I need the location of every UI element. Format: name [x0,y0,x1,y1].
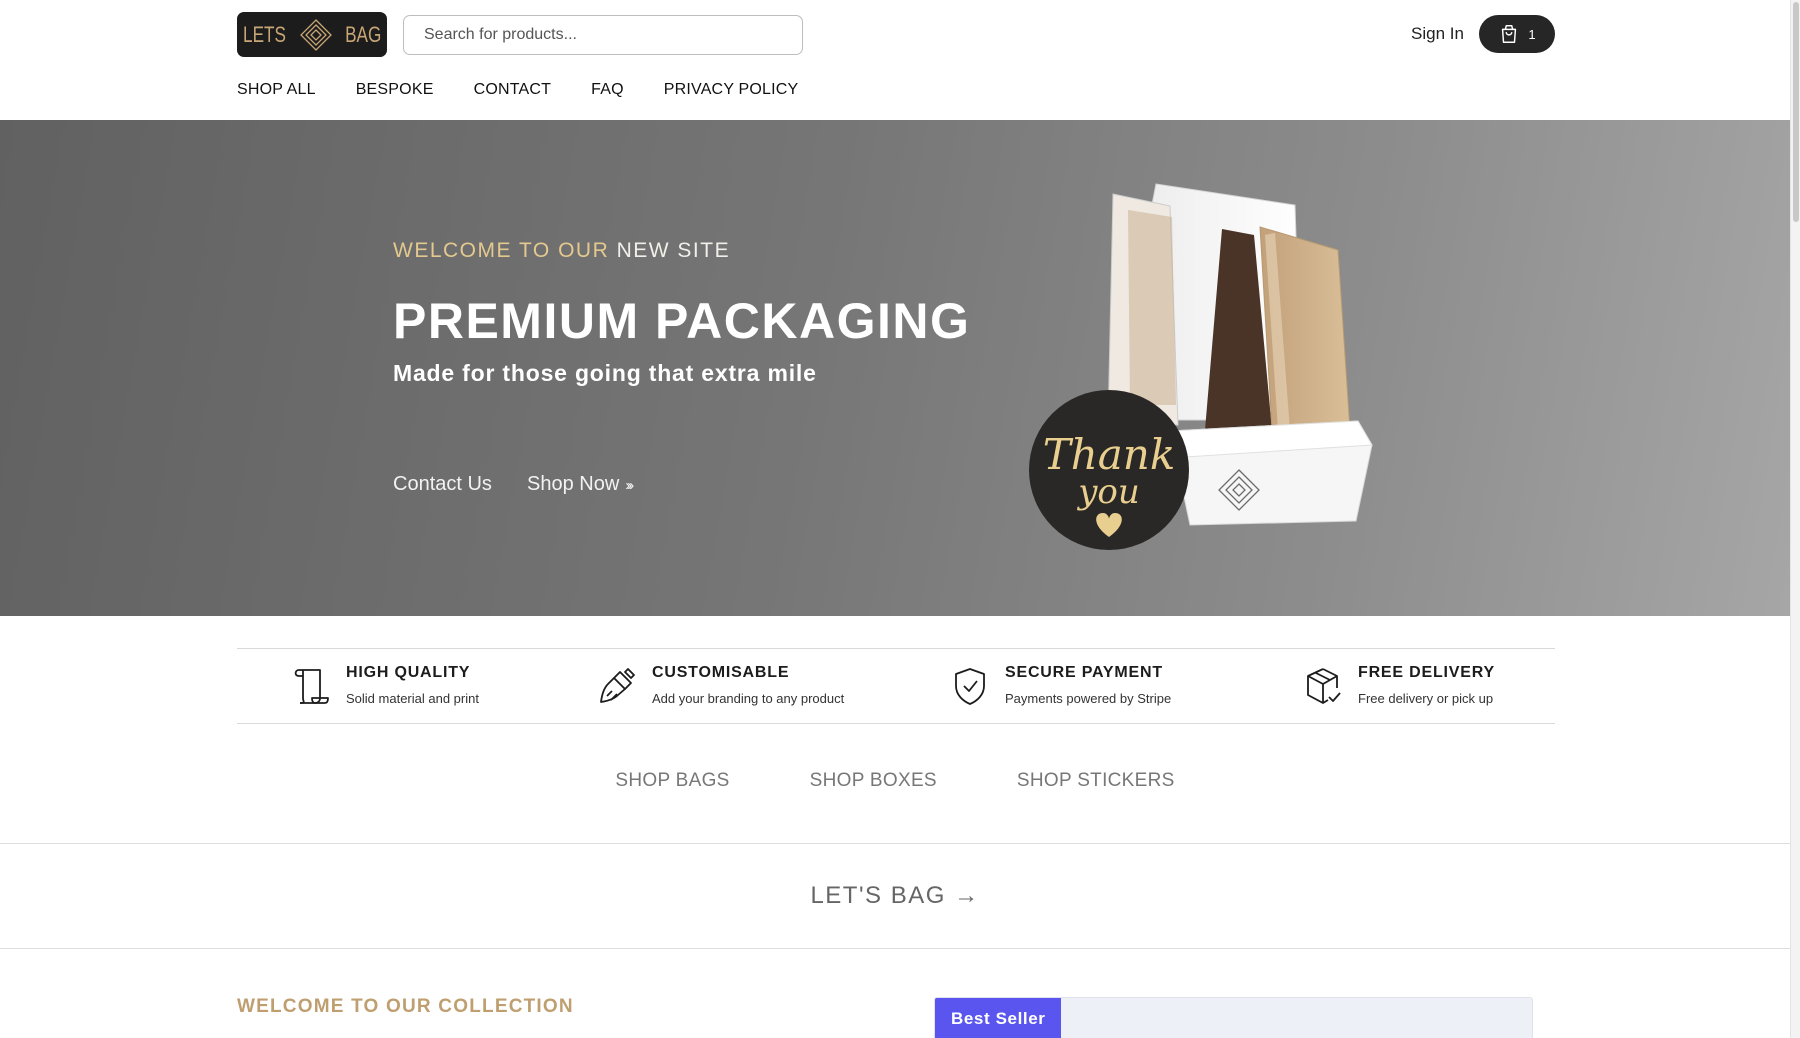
feature-free-delivery: FREE DELIVERY Free delivery or pick up [1304,664,1495,706]
collection-heading: WELCOME TO OUR COLLECTION [237,996,574,1017]
nav-privacy-policy[interactable]: PRIVACY POLICY [664,81,799,99]
search-input[interactable] [403,15,803,55]
page-scrollbar[interactable] [1790,0,1800,1038]
feature-high-quality: HIGH QUALITY Solid material and print [292,664,479,706]
hero-banner: WELCOME TO OUR NEW SITE PREMIUM PACKAGIN… [0,120,1790,616]
feature-desc: Free delivery or pick up [1358,691,1494,706]
feature-title: FREE DELIVERY [1358,664,1495,681]
shop-stickers-link[interactable]: SHOP STICKERS [1017,770,1175,792]
hero-eyebrow-gold: WELCOME TO OUR [393,239,610,262]
site-header: LETS BAG Sign In 1 SHOP ALL BESPOKE CONT… [0,0,1790,120]
paintbrush-icon [600,668,635,703]
package-check-icon [1307,668,1341,704]
packaging-product-image: Thank you [1029,183,1373,550]
feature-desc: Payments powered by Stripe [1005,691,1172,706]
hero-eyebrow: WELCOME TO OUR NEW SITE [393,239,730,263]
features-strip: HIGH QUALITY Solid material and print CU… [237,648,1555,724]
lets-bag-link[interactable]: LET'S BAG → [810,882,979,910]
cart-button[interactable]: 1 [1479,15,1555,53]
feature-desc: Add your branding to any product [652,691,845,706]
triple-chevron-icon: ››› [625,477,634,494]
cart-count: 1 [1528,26,1536,42]
feature-customisable: CUSTOMISABLE Add your branding to any pr… [598,664,844,706]
nav-shop-all[interactable]: SHOP ALL [237,81,316,99]
hero-eyebrow-light: NEW SITE [616,239,731,262]
logo-text-left: LETS [243,21,287,47]
feature-desc: Solid material and print [346,691,479,706]
shop-now-label: Shop Now [527,473,620,495]
shop-boxes-link[interactable]: SHOP BOXES [810,770,937,792]
feature-title: HIGH QUALITY [346,664,471,681]
feature-title: CUSTOMISABLE [652,664,790,681]
category-links: SHOP BAGS SHOP BOXES SHOP STICKERS [0,770,1790,792]
logo[interactable]: LETS BAG [237,12,387,57]
nav-faq[interactable]: FAQ [591,81,624,99]
feature-secure-payment: SECURE PAYMENT Payments powered by Strip… [951,664,1171,706]
shop-bags-link[interactable]: SHOP BAGS [615,770,729,792]
logo-text-right: BAG [345,21,382,47]
nav-bespoke[interactable]: BESPOKE [356,81,434,99]
hero-headline: PREMIUM PACKAGING [393,293,971,349]
scroll-icon [294,669,329,704]
nav-contact[interactable]: CONTACT [474,81,552,99]
feature-title: SECURE PAYMENT [1005,664,1163,681]
sticker-text-you: you [1076,472,1140,512]
shield-check-icon [955,668,985,705]
product-card[interactable]: Best Seller [934,997,1533,1038]
lets-bag-band: LET'S BAG → [0,843,1790,949]
main-nav: SHOP ALL BESPOKE CONTACT FAQ PRIVACY POL… [237,81,798,99]
shop-now-link[interactable]: Shop Now ››› [527,473,634,496]
scrollbar-thumb[interactable] [1793,2,1799,222]
sign-in-link[interactable]: Sign In [1411,24,1464,44]
contact-us-link[interactable]: Contact Us [393,473,492,496]
hero-subheadline: Made for those going that extra mile [393,360,817,386]
shopping-bag-icon [1502,25,1517,43]
diamond-logo-icon [300,18,333,51]
best-seller-badge: Best Seller [935,998,1062,1038]
